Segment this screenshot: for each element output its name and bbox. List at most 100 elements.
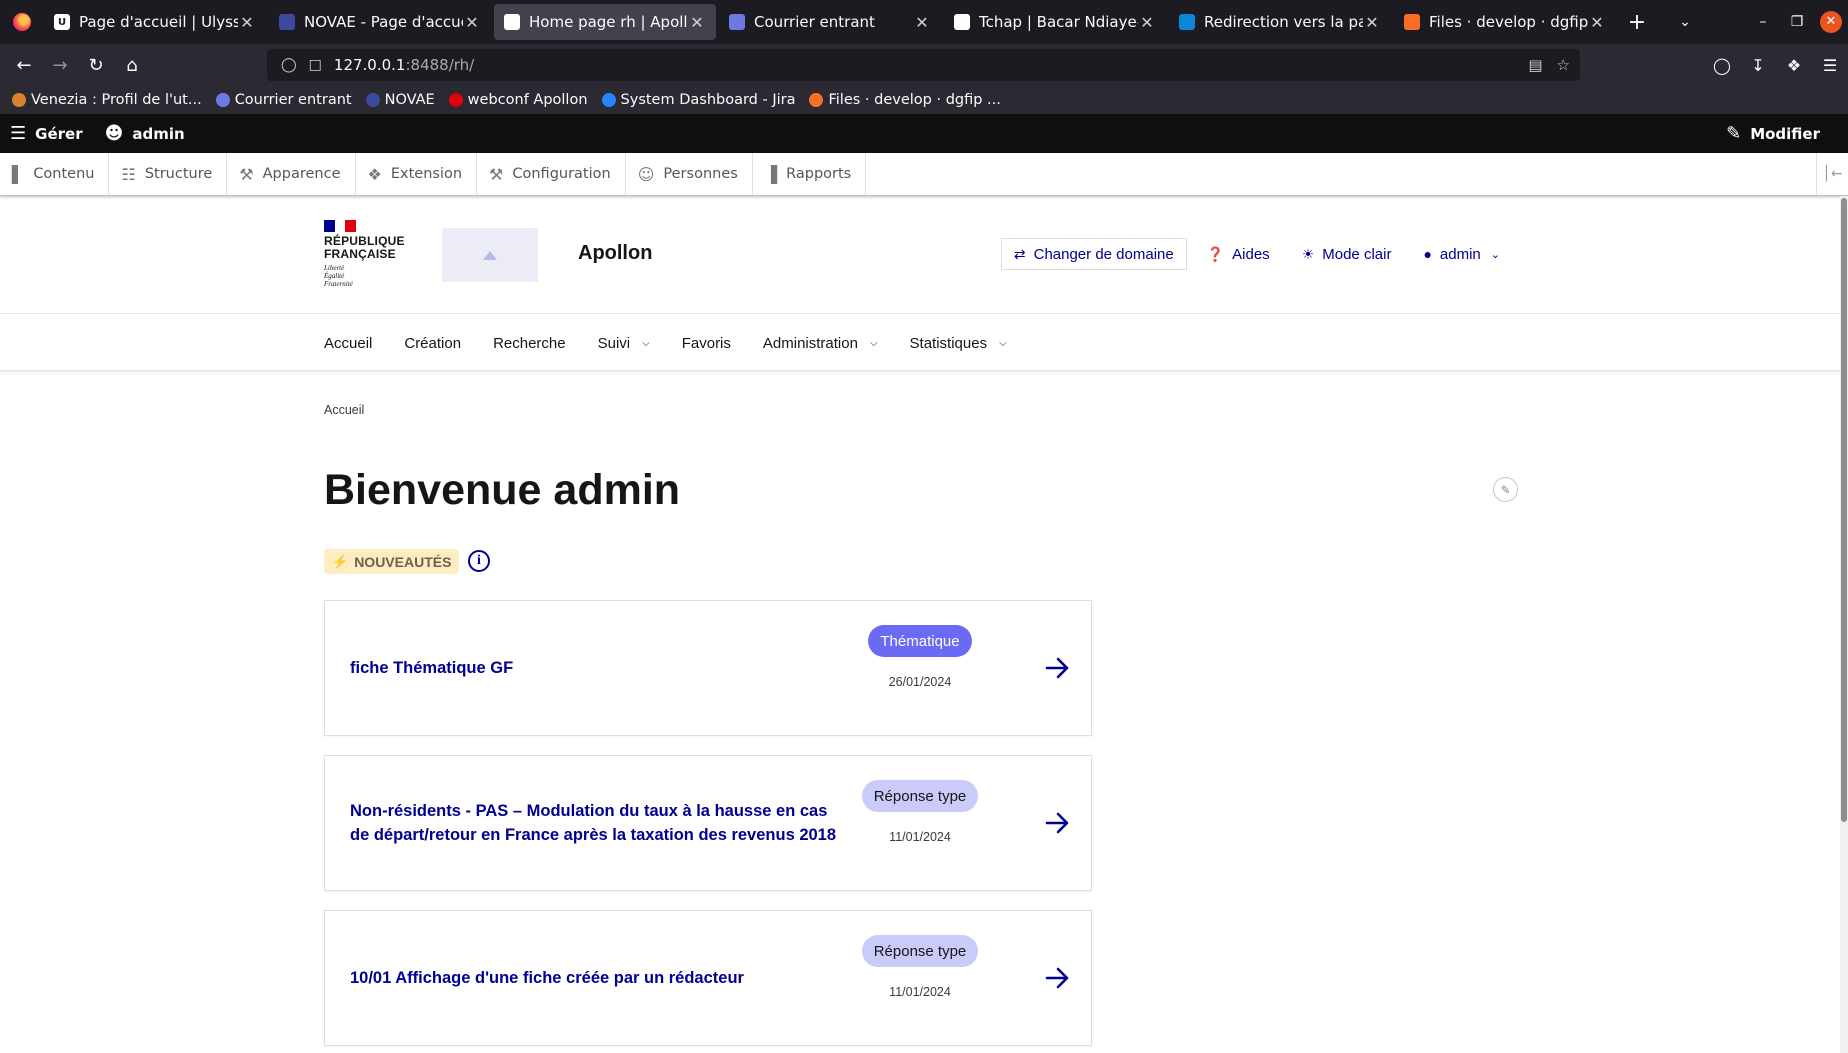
tab-favicon-icon [279,14,295,30]
edit-pencil-icon[interactable]: ✎ [1493,477,1518,502]
manage-menu-button[interactable]: ☰ Gérer [0,114,95,153]
breadcrumb[interactable]: Accueil [324,403,364,417]
browser-tab[interactable]: Home page rh | Apollon✕ [494,4,716,40]
tab-list-chevron-icon[interactable]: ⌄ [1667,14,1703,30]
nav-item-création[interactable]: Création [404,335,461,352]
bookmark-star-icon[interactable]: ☆ [1557,56,1570,74]
extensions-icon[interactable]: ❖ [1776,56,1812,75]
bookmark-item[interactable]: Venezia : Profil de l'ut... [12,92,202,108]
shield-icon[interactable]: ◯ [281,57,297,73]
firefox-menu-icon[interactable] [0,0,44,44]
tray-item-configuration[interactable]: ⚒ Configuration [477,153,626,195]
tray-item-extension[interactable]: ❖ Extension [356,153,478,195]
nav-item-label: Suivi [597,334,631,352]
change-domain-label: Changer de domaine [1033,245,1174,263]
card-title-link[interactable]: 10/01 Affichage d'une fiche créée par un… [350,911,850,1045]
tab-title: Tchap | Bacar Ndiaye-Con [979,13,1138,31]
tray-item-apparence[interactable]: ⚒ Apparence [227,153,356,195]
page-scrollbar[interactable] [1840,196,1848,1053]
nav-item-favoris[interactable]: Favoris [682,335,731,352]
browser-tab[interactable]: NOVAE - Page d'accueil ✕ [269,4,491,40]
edit-mode-button[interactable]: ✎ Modifier [1716,114,1832,153]
card-title-link[interactable]: fiche Thématique GF [350,601,850,735]
question-circle-icon: ❓ [1206,245,1225,262]
bookmark-item[interactable]: NOVAE [365,92,435,108]
app-menu-icon[interactable]: ☰ [1812,56,1848,75]
arrow-right-icon[interactable] [1043,962,1073,994]
browser-tab[interactable]: Redirection vers la page c✕ [1169,4,1391,40]
card-title-link[interactable]: Non-résidents - PAS – Modulation du taux… [350,756,850,890]
bookmark-item[interactable]: webconf Apollon [448,92,588,108]
tab-close-icon[interactable]: ✕ [1363,13,1381,32]
republique-francaise-logo[interactable]: République Française Liberté Égalité Fra… [324,220,404,288]
browser-tab[interactable]: Courrier entrant ✕ [719,4,941,40]
tray-item-label: Personnes [663,166,738,182]
forward-arrow-icon[interactable]: → [42,49,78,81]
address-bar[interactable]: ◯ □ 127.0.0.1:8488/rh/ ▤ ☆ [267,49,1580,81]
tray-item-rapports[interactable]: ▐ Rapports [753,153,867,195]
bookmark-item[interactable]: Files · develop · dgfip ... [809,92,1001,108]
info-icon[interactable]: i [468,550,490,572]
arrow-right-icon[interactable] [1043,807,1073,839]
browser-tab[interactable]: U Page d'accueil | Ulysse Na✕ [44,4,266,40]
main-navigation: Accueil Création Recherche Suivi ⌵ Favoris Adm… [0,315,1840,371]
collapse-tray-icon[interactable]: │← [1816,153,1848,195]
file-icon: ▌ [12,164,25,184]
site-name[interactable]: Apollon [578,242,652,265]
nav-item-accueil[interactable]: Accueil [324,335,372,352]
tray-item-label: Apparence [262,166,341,182]
bookmark-item[interactable]: Courrier entrant [215,92,352,108]
browser-tab[interactable]: Tchap | Bacar Ndiaye-Con✕ [944,4,1166,40]
edit-label: Modifier [1750,124,1820,143]
browser-tab-bar: UPage d'accueil | Ulysse Na✕NOVAE - Page… [0,0,1848,44]
news-card[interactable]: fiche Thématique GF Thématique 26/01/2024 [324,600,1092,736]
admin-tray: ▌ Contenu ☷ Structure ⚒ Apparence ❖ Extension ⚒ C… [0,153,1848,196]
change-domain-button[interactable]: ⇄ Changer de domaine [1000,238,1187,270]
window-close-button[interactable]: ✕ [1820,11,1842,33]
downloads-icon[interactable]: ↧ [1740,56,1776,75]
card-meta: Thématique 26/01/2024 [855,625,985,689]
nav-item-recherche[interactable]: Recherche [493,335,566,352]
tab-close-icon[interactable]: ✕ [688,13,706,32]
tab-close-icon[interactable]: ✕ [913,13,931,32]
tab-title: Files · develop · dgfip / BS [1429,13,1588,31]
news-card[interactable]: Non-résidents - PAS – Modulation du taux… [324,755,1092,891]
news-card[interactable]: 10/01 Affichage d'une fiche créée par un… [324,910,1092,1046]
pocket-icon[interactable]: ◯ [1704,56,1740,75]
scrollbar-thumb[interactable] [1841,198,1847,822]
theme-toggle-button[interactable]: ☀ Mode clair [1290,238,1404,270]
back-arrow-icon[interactable]: ← [6,49,42,81]
bookmark-item[interactable]: System Dashboard - Jira [601,92,796,108]
tab-favicon-icon [729,14,745,30]
news-badge-label: Nouveautés [354,553,452,570]
tab-close-icon[interactable]: ✕ [463,13,481,32]
tray-item-label: Configuration [512,166,611,182]
restore-button[interactable]: ❐ [1780,14,1814,30]
header-tools: ⇄ Changer de domaine ❓ Aides ☀ Mode clai… [993,238,1512,270]
help-button[interactable]: ❓ Aides [1195,238,1282,270]
reload-icon[interactable]: ↻ [78,49,114,81]
tray-item-contenu[interactable]: ▌ Contenu [0,153,110,195]
account-menu-button[interactable]: ● admin ⌄ [1411,238,1512,270]
nav-item-suivi[interactable]: Suivi ⌵ [598,335,650,352]
home-icon[interactable]: ⌂ [114,49,150,81]
arrow-right-icon[interactable] [1043,652,1073,684]
nav-item-statistiques[interactable]: Statistiques ⌵ [910,335,1007,352]
tab-close-icon[interactable]: ✕ [238,13,256,32]
bookmark-label: System Dashboard - Jira [620,92,796,108]
tab-close-icon[interactable]: ✕ [1588,13,1606,32]
minimize-button[interactable]: – [1746,14,1780,30]
tab-favicon-icon [504,14,520,30]
tab-title: Redirection vers la page c [1204,13,1363,31]
tab-close-icon[interactable]: ✕ [1138,13,1156,32]
user-menu-button[interactable]: ☻ admin [95,114,197,153]
new-tab-button[interactable]: + [1619,10,1655,35]
card-date: 26/01/2024 [888,675,952,689]
nav-item-label: Statistiques [909,334,988,352]
browser-tab[interactable]: Files · develop · dgfip / BS✕ [1394,4,1616,40]
tray-item-structure[interactable]: ☷ Structure [109,153,228,195]
reader-view-icon[interactable]: ▤ [1528,56,1542,74]
tray-item-personnes[interactable]: ☺ Personnes [626,153,753,195]
nav-item-administration[interactable]: Administration ⌵ [763,335,878,352]
tray-item-label: Structure [144,166,213,182]
